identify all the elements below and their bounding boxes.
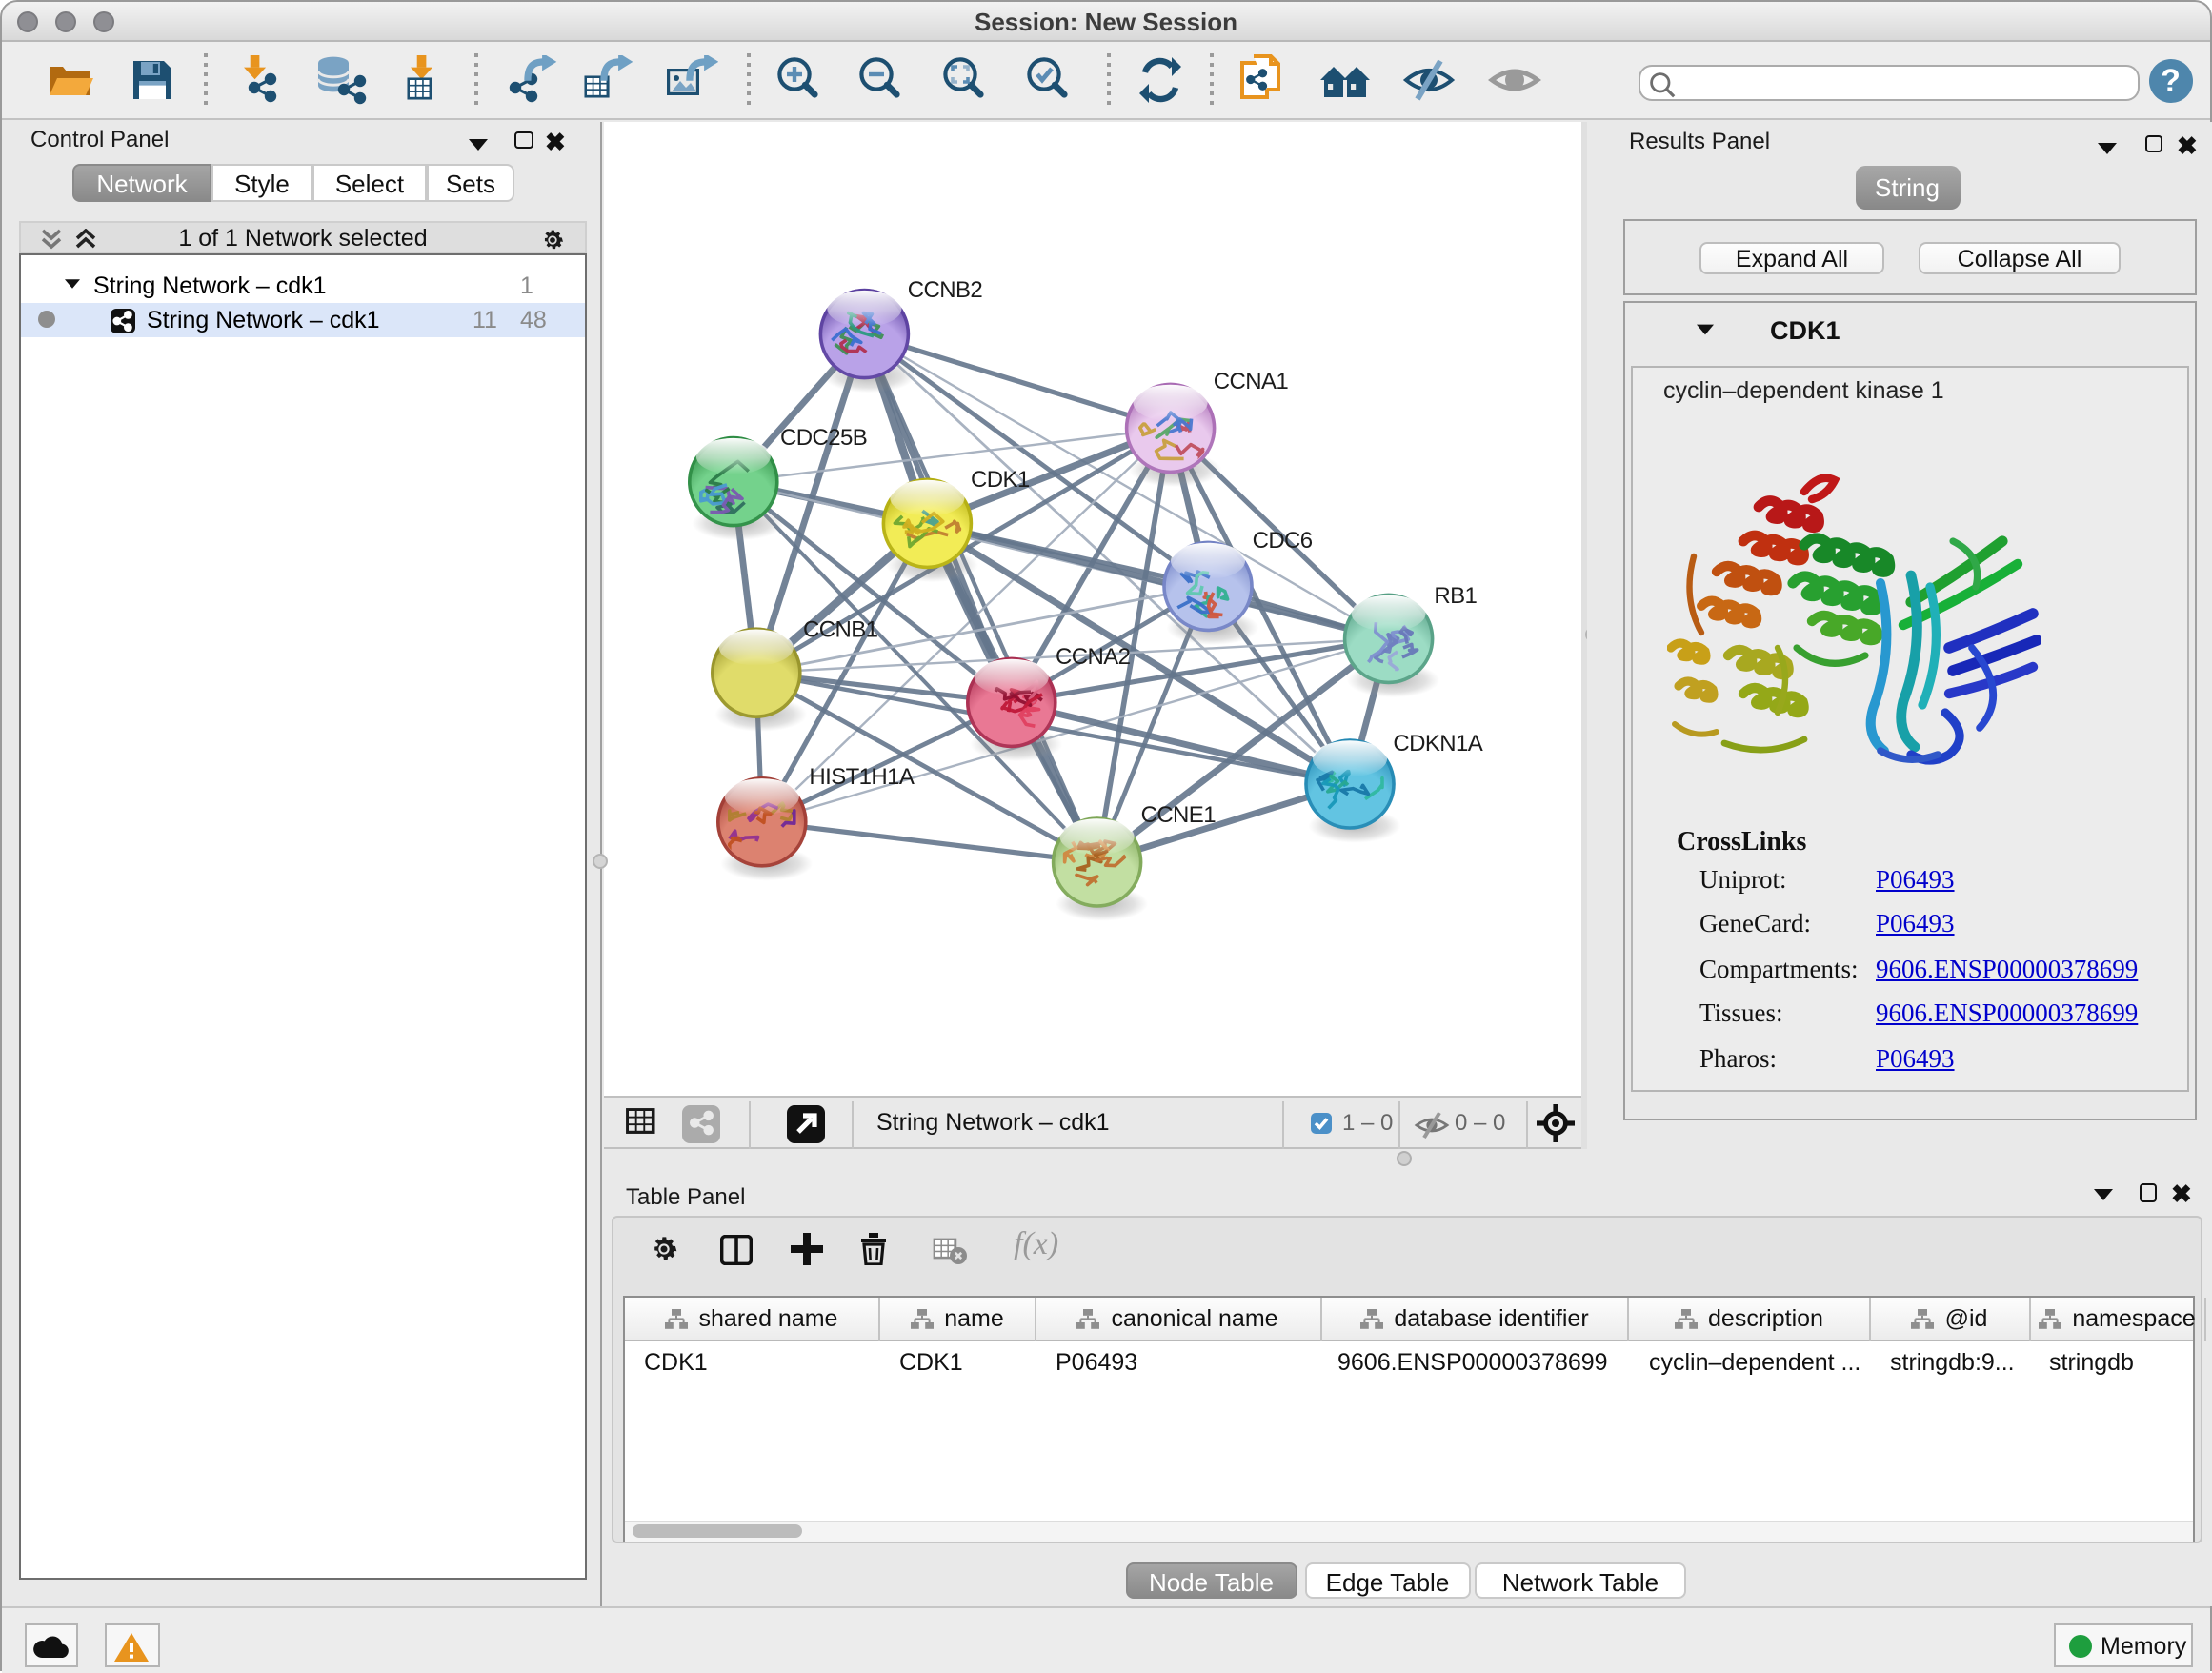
svg-text:CDC6: CDC6 — [1252, 527, 1312, 553]
svg-text:CDKN1A: CDKN1A — [1392, 730, 1481, 756]
svg-text:RB1: RB1 — [1433, 582, 1476, 608]
svg-text:CDC25B: CDC25B — [779, 424, 866, 450]
svg-text:CCNB2: CCNB2 — [907, 276, 982, 302]
svg-text:CCNB1: CCNB1 — [802, 616, 877, 642]
svg-text:HIST1H1A: HIST1H1A — [808, 763, 913, 789]
svg-text:CDK1: CDK1 — [970, 466, 1029, 492]
svg-text:CCNA1: CCNA1 — [1213, 368, 1288, 393]
svg-text:CCNA2: CCNA2 — [1055, 643, 1130, 669]
svg-text:CCNE1: CCNE1 — [1140, 801, 1216, 827]
